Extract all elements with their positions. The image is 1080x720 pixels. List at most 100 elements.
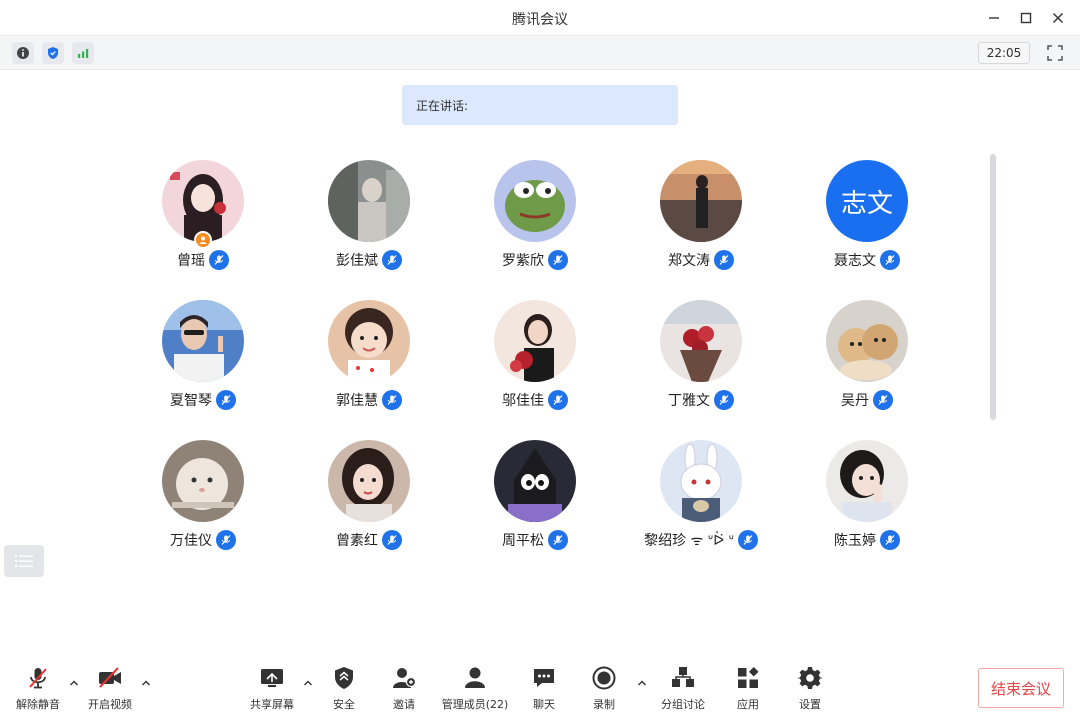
- participant-name: 陈玉婷: [834, 533, 876, 549]
- microphone-muted-icon: [29, 668, 47, 689]
- invite-label: 邀请: [393, 698, 415, 711]
- share-screen-button[interactable]: 共享屏幕: [246, 663, 298, 715]
- settings-button[interactable]: 设置: [792, 663, 828, 715]
- mic-muted-icon: [880, 250, 900, 270]
- start-video-button[interactable]: 开启视频: [82, 663, 138, 715]
- manage-members-label: 管理成员(22): [441, 698, 509, 711]
- participant-tile[interactable]: 彭佳斌: [286, 158, 452, 288]
- participant-name: 丁雅文: [668, 393, 710, 409]
- participant-tile[interactable]: 邬佳佳: [452, 298, 618, 428]
- maximize-button[interactable]: [1014, 6, 1038, 30]
- end-meeting-button[interactable]: 结束会议: [978, 668, 1064, 708]
- camera-off-icon: [99, 667, 121, 688]
- maximize-icon: [1020, 12, 1032, 24]
- record-options-caret[interactable]: [636, 677, 648, 689]
- mic-muted-icon: [382, 250, 402, 270]
- avatar: [328, 440, 410, 522]
- participant-tile[interactable]: 曾素红: [286, 438, 452, 568]
- manage-members-button[interactable]: 管理成员(22): [438, 663, 512, 715]
- avatar: [826, 300, 908, 382]
- participant-tile[interactable]: 罗紫欣: [452, 158, 618, 288]
- security-button[interactable]: 安全: [326, 663, 362, 715]
- breakout-rooms-button[interactable]: 分组讨论: [656, 663, 710, 715]
- close-button[interactable]: [1046, 6, 1070, 30]
- title-bar: 腾讯会议: [0, 0, 1080, 36]
- minimize-button[interactable]: [982, 6, 1006, 30]
- breakout-rooms-label: 分组讨论: [661, 698, 705, 711]
- mic-muted-icon: [737, 530, 758, 550]
- avatar: [494, 440, 576, 522]
- apps-button[interactable]: 应用: [730, 663, 766, 715]
- video-options-caret[interactable]: [140, 677, 152, 689]
- mic-muted-icon: [714, 250, 734, 270]
- members-icon: [465, 667, 485, 688]
- mic-muted-icon: [209, 250, 229, 270]
- participant-name: 周平松: [502, 533, 544, 549]
- apps-grid-icon: [738, 667, 759, 688]
- close-icon: [1053, 13, 1063, 23]
- meeting-info-button[interactable]: [12, 42, 34, 64]
- security-label: 安全: [333, 698, 355, 711]
- mic-muted-icon: [216, 390, 236, 410]
- unmute-button[interactable]: 解除静音: [12, 663, 64, 715]
- member-list-toggle[interactable]: [4, 545, 44, 577]
- share-options-caret[interactable]: [302, 677, 314, 689]
- chat-icon: [534, 669, 554, 687]
- fullscreen-button[interactable]: [1044, 42, 1066, 64]
- chevron-up-icon: [70, 680, 78, 686]
- participant-tile[interactable]: 郑文涛: [618, 158, 784, 288]
- avatar: [660, 440, 742, 522]
- settings-label: 设置: [799, 698, 821, 711]
- user-icon: [199, 236, 207, 244]
- participant-tile[interactable]: 志文 聂志文: [784, 158, 950, 288]
- record-icon: [592, 666, 616, 690]
- participant-tile[interactable]: 丁雅文: [618, 298, 784, 428]
- host-badge: [194, 231, 212, 249]
- chat-button[interactable]: 聊天: [526, 663, 562, 715]
- participant-name: 罗紫欣: [502, 253, 544, 269]
- participant-tile[interactable]: 万佳仪: [120, 438, 286, 568]
- security-status-button[interactable]: [42, 42, 64, 64]
- shield-icon: [48, 47, 58, 59]
- participant-tile[interactable]: 郭佳慧: [286, 298, 452, 428]
- participant-name: 聂志文: [834, 253, 876, 269]
- avatar: 志文: [826, 160, 908, 242]
- participant-tile[interactable]: 周平松: [452, 438, 618, 568]
- participant-tile[interactable]: 黎绍珍 ᯤ ᐡᐖ ᐡ: [618, 438, 784, 568]
- share-screen-icon: [261, 669, 283, 687]
- network-status-button[interactable]: [72, 42, 94, 64]
- chevron-up-icon: [304, 680, 312, 686]
- participant-tile[interactable]: 曾瑶: [120, 158, 286, 288]
- participant-name: 郭佳慧: [336, 393, 378, 409]
- avatar: [826, 440, 908, 522]
- mic-muted-icon: [873, 390, 893, 410]
- window-title: 腾讯会议: [512, 12, 568, 28]
- participant-tile[interactable]: 夏智琴: [120, 298, 286, 428]
- minimize-icon: [989, 17, 999, 19]
- avatar: [328, 300, 410, 382]
- record-button[interactable]: 录制: [586, 663, 622, 715]
- chat-label: 聊天: [533, 698, 555, 711]
- chevron-up-icon: [638, 680, 646, 686]
- avatar: [162, 160, 244, 242]
- mic-muted-icon: [548, 390, 568, 410]
- participant-tile[interactable]: 陈玉婷: [784, 438, 950, 568]
- mic-muted-icon: [382, 530, 402, 550]
- participant-name: 郑文涛: [668, 253, 710, 269]
- participant-name: 夏智琴: [170, 393, 212, 409]
- participant-tile[interactable]: 吴丹: [784, 298, 950, 428]
- unmute-label: 解除静音: [16, 698, 60, 711]
- invite-user-icon: [393, 668, 417, 688]
- grid-scrollbar[interactable]: [990, 154, 996, 420]
- participant-name: 邬佳佳: [502, 393, 544, 409]
- list-icon: [15, 555, 33, 567]
- speaking-indicator: 正在讲话:: [402, 85, 678, 125]
- mic-muted-icon: [548, 250, 568, 270]
- participant-name: 曾素红: [336, 533, 378, 549]
- chevron-up-icon: [142, 680, 150, 686]
- invite-button[interactable]: 邀请: [386, 663, 422, 715]
- avatar: [328, 160, 410, 242]
- participant-name: 曾瑶: [177, 253, 205, 269]
- audio-options-caret[interactable]: [68, 677, 80, 689]
- avatar: [660, 160, 742, 242]
